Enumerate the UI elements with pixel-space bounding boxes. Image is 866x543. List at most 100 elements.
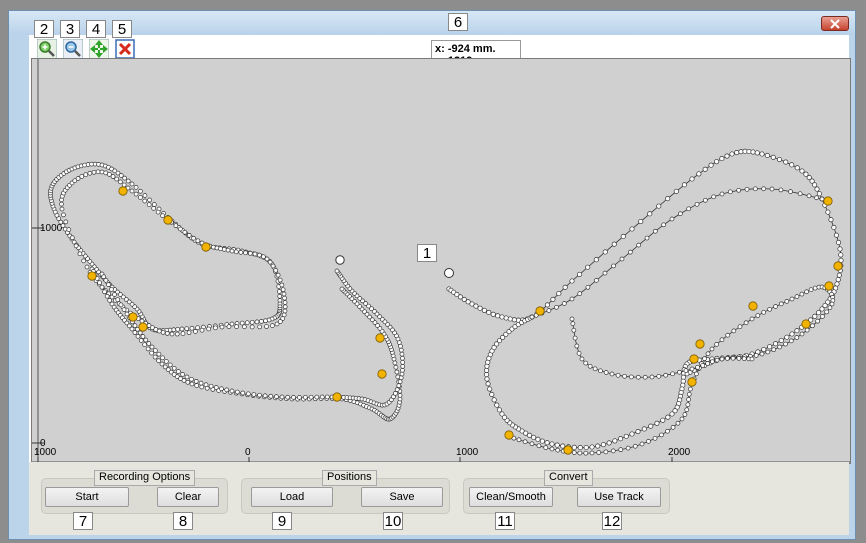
- track-point[interactable]: [257, 392, 262, 398]
- track-point[interactable]: [494, 402, 500, 408]
- track-point[interactable]: [812, 182, 818, 188]
- track-point[interactable]: [652, 228, 658, 234]
- track-point[interactable]: [400, 355, 405, 361]
- track-point[interactable]: [681, 182, 688, 188]
- track-point[interactable]: [783, 341, 788, 347]
- track-point[interactable]: [700, 363, 706, 368]
- track-point[interactable]: [487, 386, 493, 392]
- track-point[interactable]: [539, 438, 545, 444]
- track-point[interactable]: [816, 191, 822, 197]
- track-point[interactable]: [647, 211, 653, 217]
- track-point[interactable]: [571, 450, 577, 455]
- waypoint-marker[interactable]: [687, 377, 697, 387]
- track-point[interactable]: [788, 338, 794, 344]
- track-point[interactable]: [652, 435, 658, 441]
- track-point[interactable]: [195, 238, 201, 244]
- track-point[interactable]: [393, 364, 399, 370]
- track-point[interactable]: [159, 361, 165, 367]
- track-point[interactable]: [308, 394, 314, 400]
- track-point[interactable]: [602, 270, 608, 276]
- track-point[interactable]: [656, 373, 662, 379]
- track-point[interactable]: [589, 444, 595, 450]
- track-point[interactable]: [761, 309, 767, 315]
- track-point[interactable]: [140, 334, 146, 339]
- track-point[interactable]: [719, 191, 725, 197]
- track-point[interactable]: [686, 206, 692, 212]
- track-point[interactable]: [245, 391, 251, 397]
- track-point[interactable]: [595, 443, 601, 449]
- track-point[interactable]: [677, 369, 682, 375]
- track-point[interactable]: [503, 315, 509, 321]
- track-point[interactable]: [635, 429, 641, 435]
- track-point[interactable]: [189, 376, 194, 382]
- track-point[interactable]: [569, 296, 575, 302]
- track-point[interactable]: [838, 252, 844, 258]
- track-point[interactable]: [725, 332, 731, 338]
- track-point[interactable]: [394, 369, 400, 375]
- track-point[interactable]: [611, 241, 617, 247]
- track-point[interactable]: [114, 176, 120, 182]
- track-point[interactable]: [710, 359, 715, 365]
- clear-button[interactable]: Clear: [157, 487, 219, 507]
- track-point[interactable]: [789, 162, 795, 168]
- track-point[interactable]: [110, 174, 116, 179]
- track-point[interactable]: [59, 206, 65, 212]
- track-point[interactable]: [696, 171, 702, 177]
- track-point[interactable]: [753, 353, 759, 358]
- waypoint-marker[interactable]: [535, 306, 545, 316]
- zoom-out-button[interactable]: [62, 38, 84, 60]
- track-point[interactable]: [673, 188, 679, 194]
- track-point[interactable]: [761, 346, 767, 353]
- track-point[interactable]: [274, 394, 279, 399]
- track-point[interactable]: [485, 381, 491, 387]
- track-point[interactable]: [536, 443, 542, 449]
- track-point[interactable]: [773, 341, 779, 347]
- track-point[interactable]: [689, 366, 695, 372]
- track-point[interactable]: [280, 287, 286, 293]
- track-point[interactable]: [122, 175, 128, 181]
- track-point[interactable]: [620, 233, 626, 240]
- waypoint-marker[interactable]: [504, 430, 514, 440]
- track-point[interactable]: [400, 359, 406, 365]
- track-point[interactable]: [694, 201, 700, 207]
- track-point[interactable]: [268, 393, 274, 399]
- track-point[interactable]: [646, 439, 651, 444]
- track-point[interactable]: [279, 394, 285, 400]
- track-point[interactable]: [627, 249, 633, 255]
- track-point[interactable]: [714, 159, 720, 165]
- track-point[interactable]: [149, 350, 154, 356]
- track-point[interactable]: [52, 209, 58, 215]
- track-point[interactable]: [277, 277, 283, 283]
- track-point[interactable]: [224, 387, 230, 393]
- track-point[interactable]: [66, 227, 72, 232]
- track-point[interactable]: [598, 368, 603, 374]
- track-point[interactable]: [724, 356, 730, 361]
- track-point[interactable]: [129, 188, 135, 194]
- track-point[interactable]: [499, 411, 505, 417]
- track-point[interactable]: [641, 426, 647, 432]
- track-point[interactable]: [109, 287, 114, 292]
- track-point[interactable]: [618, 436, 624, 442]
- track-point[interactable]: [687, 386, 693, 392]
- track-point[interactable]: [773, 304, 778, 309]
- track-point[interactable]: [473, 303, 479, 309]
- track-point[interactable]: [794, 165, 800, 171]
- track-point[interactable]: [199, 384, 205, 390]
- track-point[interactable]: [825, 209, 831, 215]
- track-point[interactable]: [107, 172, 112, 177]
- track-point[interactable]: [104, 293, 110, 299]
- track-point[interactable]: [400, 367, 405, 373]
- track-point[interactable]: [324, 394, 330, 400]
- waypoint-marker[interactable]: [375, 333, 385, 343]
- track-point[interactable]: [118, 173, 124, 178]
- track-point[interactable]: [569, 278, 575, 284]
- track-point[interactable]: [816, 310, 822, 316]
- track-point[interactable]: [203, 382, 209, 388]
- track-point[interactable]: [767, 344, 773, 350]
- track-point[interactable]: [759, 351, 765, 357]
- track-point[interactable]: [61, 212, 66, 218]
- track-point[interactable]: [147, 197, 152, 203]
- track-point[interactable]: [133, 185, 139, 190]
- track-point[interactable]: [199, 327, 205, 333]
- track-point[interactable]: [99, 284, 105, 290]
